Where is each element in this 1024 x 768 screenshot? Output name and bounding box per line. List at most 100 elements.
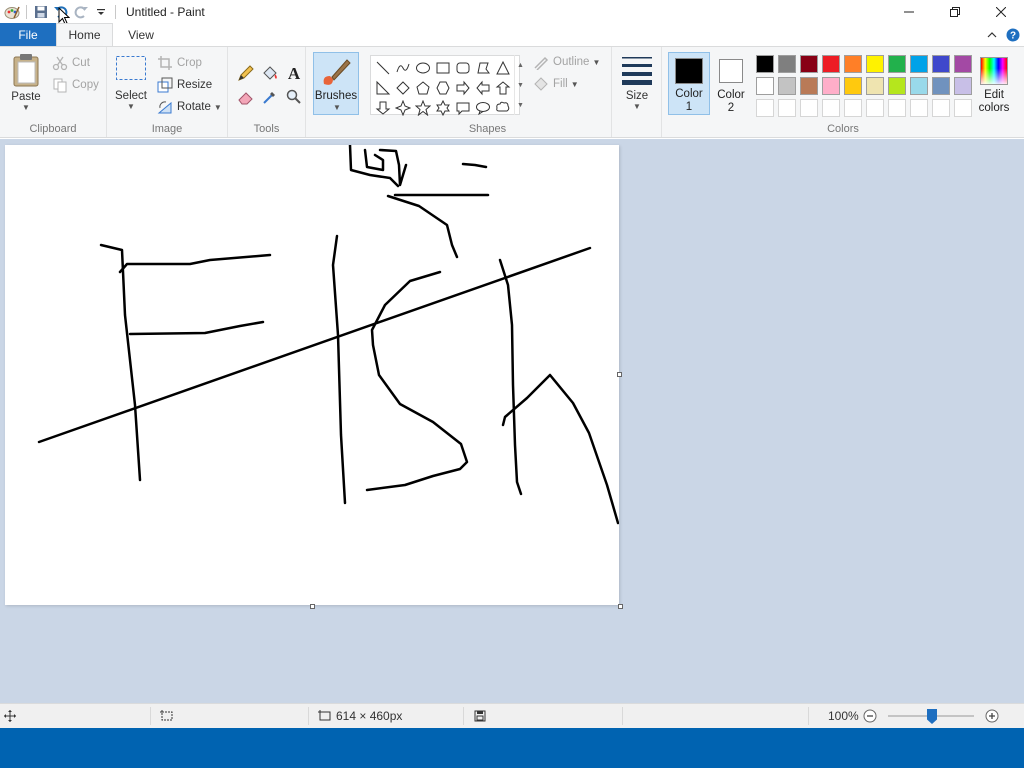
crop-button[interactable]: Crop [157, 53, 202, 73]
canvas-resize-handle-corner[interactable] [618, 604, 623, 609]
palette-swatch[interactable] [954, 55, 972, 73]
line-shape-icon[interactable] [373, 58, 393, 78]
canvas-resize-handle-right[interactable] [617, 372, 622, 377]
brushes-button[interactable]: Brushes ▼ [313, 52, 359, 115]
drawing-canvas[interactable] [5, 145, 619, 605]
diamond-shape-icon[interactable] [393, 78, 413, 98]
custom-color-slot[interactable] [954, 99, 972, 117]
custom-color-slot[interactable] [756, 99, 774, 117]
palette-swatch[interactable] [954, 77, 972, 95]
triangle-shape-icon[interactable] [493, 58, 513, 78]
size-button[interactable]: Size ▼ [618, 55, 656, 111]
custom-color-slot[interactable] [844, 99, 862, 117]
cloud-callout-shape-icon[interactable] [493, 98, 513, 118]
rectangle-shape-icon[interactable] [433, 58, 453, 78]
palette-swatch[interactable] [910, 77, 928, 95]
four-point-star-shape-icon[interactable] [393, 98, 413, 118]
oval-shape-icon[interactable] [413, 58, 433, 78]
palette-swatch[interactable] [756, 55, 774, 73]
scroll-up-icon[interactable]: ▲ [517, 62, 524, 69]
right-arrow-shape-icon[interactable] [453, 78, 473, 98]
color-1-swatch [675, 58, 703, 84]
shapes-gallery-scroll[interactable]: ▲ ▼ ▼ [514, 55, 526, 115]
tab-home[interactable]: Home [56, 23, 113, 46]
paste-button[interactable]: Paste ▼ [8, 53, 44, 112]
select-button[interactable]: Select ▼ [113, 55, 149, 111]
palette-swatch[interactable] [932, 55, 950, 73]
collapse-ribbon-icon[interactable] [984, 27, 1000, 43]
custom-color-slot[interactable] [888, 99, 906, 117]
zoom-out-button[interactable] [863, 704, 877, 728]
pencil-icon[interactable] [234, 61, 258, 85]
close-button[interactable] [978, 0, 1024, 23]
cut-button[interactable]: Cut [52, 53, 90, 73]
scroll-down-icon[interactable]: ▼ [517, 82, 524, 89]
restore-button[interactable] [932, 0, 978, 23]
magnifier-icon[interactable] [282, 85, 306, 109]
palette-swatch[interactable] [822, 55, 840, 73]
color-2-button[interactable]: Color 2 [710, 52, 752, 115]
fill-icon[interactable] [258, 61, 282, 85]
canvas-resize-handle-bottom[interactable] [310, 604, 315, 609]
pentagon-shape-icon[interactable] [413, 78, 433, 98]
palette-swatch[interactable] [888, 55, 906, 73]
minimize-button[interactable] [886, 0, 932, 23]
help-icon[interactable]: ? [1005, 27, 1021, 43]
fill-button[interactable]: Fill ▼ [533, 74, 579, 94]
color-1-button[interactable]: Color 1 [668, 52, 710, 115]
palette-swatch[interactable] [778, 77, 796, 95]
zoom-in-button[interactable] [985, 704, 999, 728]
color-picker-icon[interactable] [258, 85, 282, 109]
file-size-icon [474, 704, 486, 728]
canvas-size-text: 614 × 460px [336, 709, 403, 723]
tab-file[interactable]: File [0, 23, 56, 46]
zoom-slider-thumb[interactable] [927, 709, 937, 724]
text-icon[interactable]: A [282, 61, 306, 85]
custom-color-slot[interactable] [800, 99, 818, 117]
custom-color-slot[interactable] [866, 99, 884, 117]
six-point-star-shape-icon[interactable] [433, 98, 453, 118]
rounded-callout-shape-icon[interactable] [453, 98, 473, 118]
palette-swatch[interactable] [800, 77, 818, 95]
save-icon[interactable] [31, 2, 51, 22]
color-2-label: Color [717, 89, 745, 101]
hexagon-shape-icon[interactable] [433, 78, 453, 98]
polygon-shape-icon[interactable] [473, 58, 493, 78]
right-triangle-shape-icon[interactable] [373, 78, 393, 98]
tab-view[interactable]: View [116, 23, 166, 46]
left-arrow-shape-icon[interactable] [473, 78, 493, 98]
palette-swatch[interactable] [866, 55, 884, 73]
palette-swatch[interactable] [910, 55, 928, 73]
rotate-button[interactable]: Rotate ▼ [157, 97, 222, 117]
curve-shape-icon[interactable] [393, 58, 413, 78]
resize-button[interactable]: Resize [157, 75, 212, 95]
palette-swatch[interactable] [932, 77, 950, 95]
palette-swatch[interactable] [822, 77, 840, 95]
custom-color-slot[interactable] [822, 99, 840, 117]
palette-swatch[interactable] [756, 77, 774, 95]
oval-callout-shape-icon[interactable] [473, 98, 493, 118]
rounded-rectangle-shape-icon[interactable] [453, 58, 473, 78]
custom-color-slot[interactable] [910, 99, 928, 117]
palette-swatch[interactable] [844, 77, 862, 95]
palette-swatch[interactable] [888, 77, 906, 95]
five-point-star-shape-icon[interactable] [413, 98, 433, 118]
custom-color-slot[interactable] [778, 99, 796, 117]
shapes-gallery [370, 55, 520, 118]
eraser-icon[interactable] [234, 85, 258, 109]
palette-swatch[interactable] [844, 55, 862, 73]
redo-icon[interactable] [71, 2, 91, 22]
up-arrow-shape-icon[interactable] [493, 78, 513, 98]
palette-swatch[interactable] [866, 77, 884, 95]
paint-app-icon[interactable] [2, 2, 22, 22]
customize-qat-icon[interactable] [91, 2, 111, 22]
down-arrow-shape-icon[interactable] [373, 98, 393, 118]
custom-color-slot[interactable] [932, 99, 950, 117]
palette-swatch[interactable] [800, 55, 818, 73]
expand-gallery-icon[interactable]: ▼ [517, 102, 524, 109]
crop-icon [158, 56, 172, 70]
palette-swatch[interactable] [778, 55, 796, 73]
outline-button[interactable]: Outline ▼ [533, 52, 600, 72]
edit-colors-button[interactable]: Edit colors [974, 52, 1014, 115]
copy-button[interactable]: Copy [52, 75, 99, 95]
